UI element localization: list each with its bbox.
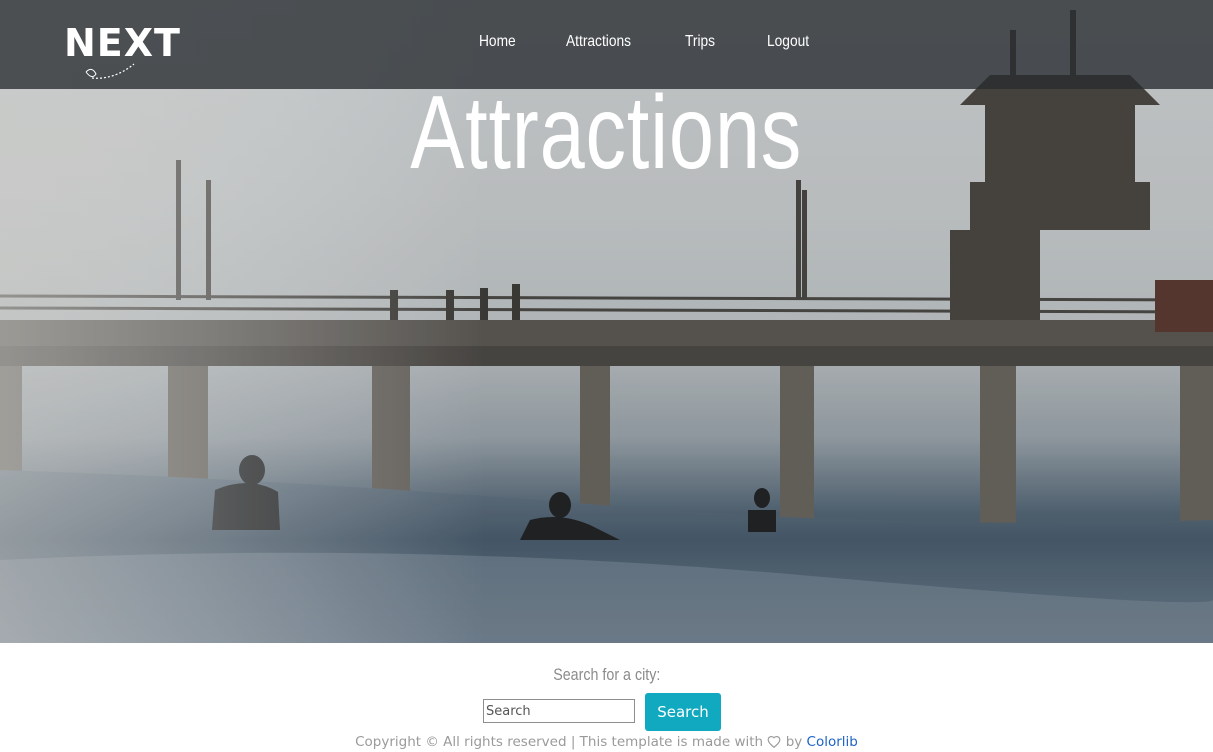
top-navbar: NEXT Home Attractions Trips Logout <box>0 0 1213 89</box>
nav-home[interactable]: Home <box>479 28 516 56</box>
footer-text: Copyright © All rights reserved | This t… <box>355 734 764 750</box>
logo-image: NEXT <box>64 21 181 79</box>
page-title-text: Attractions <box>410 75 803 191</box>
logo-wordmark: NEXT <box>64 21 181 65</box>
heart-icon <box>767 735 781 748</box>
hero-banner: Attractions <box>0 0 1213 643</box>
footer-by: by <box>785 734 803 750</box>
footer-copyright: Copyright © All rights reserved | This t… <box>0 731 1213 752</box>
nav-logout[interactable]: Logout <box>767 28 809 56</box>
brand-logo[interactable]: NEXT <box>64 20 188 84</box>
search-button[interactable]: Search <box>645 693 721 731</box>
page-title: Attractions <box>0 73 1213 193</box>
nav-attractions[interactable]: Attractions <box>566 28 631 56</box>
search-label: Search for a city: <box>0 663 1213 687</box>
search-label-text: Search for a city: <box>552 665 661 684</box>
city-search-input[interactable] <box>483 699 635 723</box>
nav-trips[interactable]: Trips <box>685 28 715 56</box>
colorlib-link[interactable]: Colorlib <box>807 734 858 750</box>
